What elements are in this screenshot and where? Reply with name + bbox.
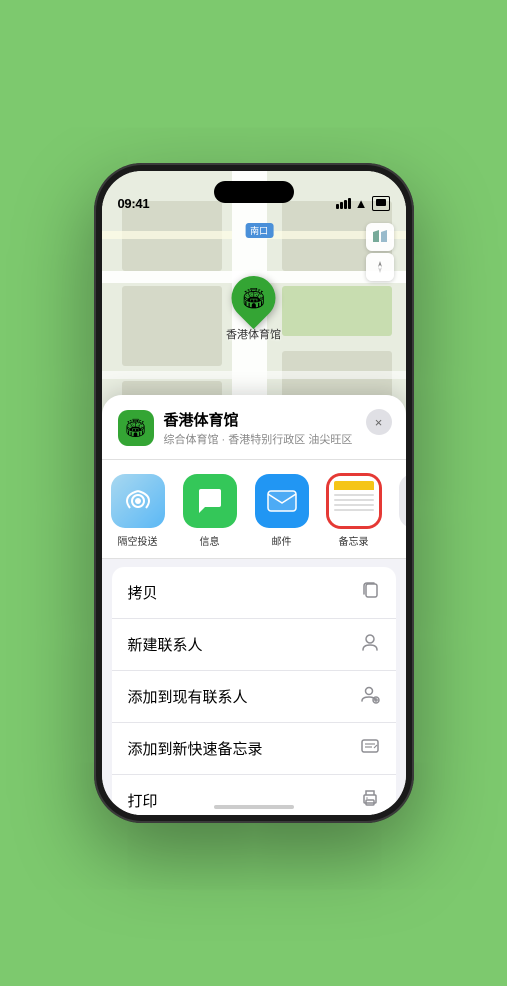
mail-svg bbox=[266, 489, 298, 513]
airdrop-icon bbox=[111, 474, 165, 528]
action-add-existing-label: 添加到现有联系人 bbox=[128, 686, 248, 707]
new-contact-svg bbox=[360, 632, 380, 652]
stadium-icon: 🏟 bbox=[241, 286, 266, 311]
compass-icon bbox=[373, 260, 387, 274]
notes-icon bbox=[327, 474, 381, 528]
status-icons: ▲ bbox=[336, 196, 390, 211]
map-type-button[interactable] bbox=[366, 223, 394, 251]
battery-icon bbox=[372, 196, 390, 211]
home-indicator bbox=[214, 805, 294, 809]
share-mail[interactable]: 邮件 bbox=[246, 474, 318, 548]
marker-pin: 🏟 bbox=[222, 267, 284, 329]
phone-frame: 09:41 ▲ bbox=[94, 163, 414, 823]
stadium-marker: 🏟 香港体育馆 bbox=[226, 276, 281, 342]
action-copy-label: 拷贝 bbox=[128, 582, 158, 603]
add-existing-contact-icon bbox=[360, 684, 380, 709]
action-new-contact[interactable]: 新建联系人 bbox=[112, 619, 396, 671]
share-messages[interactable]: 信息 bbox=[174, 474, 246, 548]
airdrop-label: 隔空投送 bbox=[118, 533, 158, 548]
map-icon bbox=[372, 229, 388, 245]
location-venue-icon: 🏟 bbox=[118, 410, 154, 446]
share-row: 隔空投送 信息 bbox=[102, 460, 406, 559]
signal-icon bbox=[336, 198, 351, 209]
location-subtitle: 综合体育馆 · 香港特别行政区 油尖旺区 bbox=[164, 431, 390, 447]
print-icon bbox=[360, 788, 380, 813]
more-icon bbox=[399, 474, 406, 528]
copy-icon bbox=[360, 580, 380, 605]
messages-svg bbox=[195, 487, 225, 515]
notes-label: 备忘录 bbox=[339, 533, 369, 548]
action-add-quick-note[interactable]: 添加到新快速备忘录 bbox=[112, 723, 396, 775]
status-time: 09:41 bbox=[118, 196, 150, 211]
map-controls bbox=[366, 223, 394, 281]
messages-icon bbox=[183, 474, 237, 528]
mail-icon bbox=[255, 474, 309, 528]
action-list: 拷贝 新建联系人 bbox=[112, 567, 396, 815]
close-button[interactable]: × bbox=[366, 409, 392, 435]
wifi-icon: ▲ bbox=[355, 196, 368, 211]
share-notes[interactable]: 备忘录 bbox=[318, 474, 390, 548]
print-svg bbox=[360, 788, 380, 808]
quick-note-icon bbox=[360, 736, 380, 761]
action-copy[interactable]: 拷贝 bbox=[112, 567, 396, 619]
quick-note-svg bbox=[360, 736, 380, 756]
copy-svg bbox=[360, 580, 380, 600]
action-new-contact-label: 新建联系人 bbox=[128, 634, 203, 655]
share-more[interactable]: 更多 bbox=[390, 474, 406, 548]
share-airdrop[interactable]: 隔空投送 bbox=[102, 474, 174, 548]
new-contact-icon bbox=[360, 632, 380, 657]
dynamic-island bbox=[214, 181, 294, 203]
location-info: 香港体育馆 综合体育馆 · 香港特别行政区 油尖旺区 bbox=[164, 409, 390, 447]
action-print[interactable]: 打印 bbox=[112, 775, 396, 815]
location-header: 🏟 香港体育馆 综合体育馆 · 香港特别行政区 油尖旺区 × bbox=[102, 395, 406, 460]
action-quick-note-label: 添加到新快速备忘录 bbox=[128, 738, 263, 759]
map-entrance-label: 南口 bbox=[245, 223, 273, 238]
phone-screen: 09:41 ▲ bbox=[102, 171, 406, 815]
action-print-label: 打印 bbox=[128, 790, 158, 811]
airdrop-svg bbox=[123, 486, 153, 516]
action-add-existing-contact[interactable]: 添加到现有联系人 bbox=[112, 671, 396, 723]
location-name: 香港体育馆 bbox=[164, 409, 390, 430]
messages-label: 信息 bbox=[200, 533, 220, 548]
mail-label: 邮件 bbox=[272, 533, 292, 548]
add-existing-svg bbox=[360, 684, 380, 704]
bottom-sheet: 🏟 香港体育馆 综合体育馆 · 香港特别行政区 油尖旺区 × bbox=[102, 395, 406, 815]
location-button[interactable] bbox=[366, 253, 394, 281]
